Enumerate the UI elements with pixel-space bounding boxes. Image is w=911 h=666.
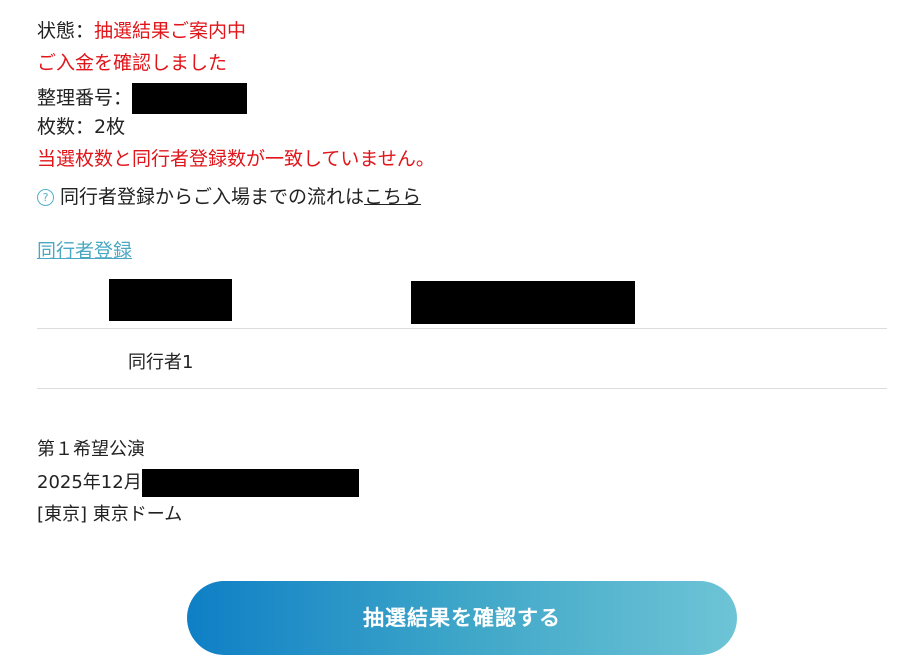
companion-mismatch-warning: 当選枚数と同行者登録数が一致していません。 [37, 148, 435, 170]
flow-guide-link[interactable]: こちら [364, 186, 421, 208]
help-line: ? 同行者登録からご入場までの流れはこちら [37, 185, 421, 209]
status-value: 抽選結果ご案内中 [94, 20, 247, 42]
lottery-result-page: 状態：抽選結果ご案内中 ご入金を確認しました 整理番号： 枚数：2枚 当選枚数と… [0, 0, 911, 666]
performance-date-prefix: 2025年12月 [37, 472, 142, 493]
redacted-name-block [109, 279, 232, 321]
question-circle-icon: ? [37, 189, 54, 206]
reference-number-label: 整理番号： [37, 87, 133, 109]
ticket-count-label: 枚数： [37, 116, 95, 138]
reference-number-redacted [132, 83, 248, 114]
ticket-count-line: 枚数：2枚 [37, 115, 125, 139]
status-line: 状態：抽選結果ご案内中 [37, 19, 246, 43]
redacted-info-block [411, 281, 635, 324]
performance-preference-label: 第１希望公演 [37, 439, 145, 460]
ticket-count-value: 2枚 [94, 116, 126, 138]
check-lottery-result-button[interactable]: 抽選結果を確認する [187, 581, 737, 655]
performance-date-line: 2025年12月 [37, 469, 359, 497]
status-label: 状態： [37, 20, 95, 42]
reference-number-line: 整理番号： [37, 83, 248, 114]
help-text: 同行者登録からご入場までの流れは [60, 186, 365, 208]
payment-confirmed-message: ご入金を確認しました [37, 52, 228, 74]
performance-date-redacted [141, 469, 359, 497]
companion-row-label: 同行者1 [128, 352, 194, 373]
table-divider-top [37, 328, 887, 329]
companion-registration-link[interactable]: 同行者登録 [37, 238, 132, 264]
table-divider-bottom [37, 388, 887, 389]
performance-venue: [東京] 東京ドーム [37, 504, 183, 525]
